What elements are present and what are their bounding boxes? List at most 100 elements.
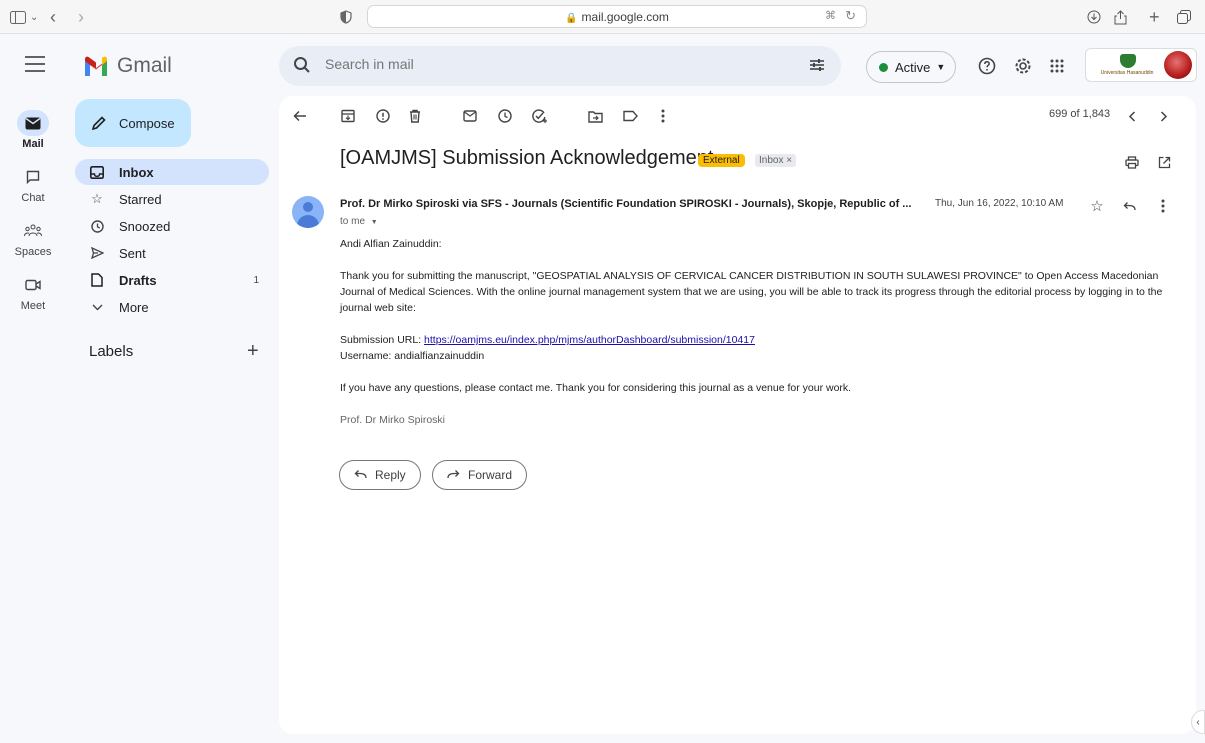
sidebar-item-sent[interactable]: Sent (75, 240, 269, 266)
email-paragraph: If you have any questions, please contac… (340, 382, 852, 394)
search-options-icon[interactable] (809, 57, 825, 78)
open-new-window-icon[interactable] (1154, 152, 1174, 172)
url-text: mail.google.com (581, 10, 669, 24)
print-icon[interactable] (1122, 152, 1142, 172)
settings-gear-icon[interactable] (1012, 55, 1034, 77)
star-icon: ☆ (91, 191, 103, 206)
submission-link[interactable]: https://oamjms.eu/index.php/mjms/authorD… (424, 334, 755, 346)
email-subject: [OAMJMS] Submission Acknowledgement (340, 147, 714, 169)
organization-logo: Universitas Hasanuddin (1092, 54, 1162, 76)
download-icon[interactable] (1087, 7, 1101, 27)
meet-icon (17, 272, 49, 298)
help-icon[interactable] (976, 55, 998, 77)
snooze-clock-icon[interactable] (495, 106, 515, 126)
lock-icon: 🔒 (565, 13, 578, 24)
delete-icon[interactable] (405, 106, 425, 126)
drafts-count: 1 (253, 274, 259, 286)
sidebar-item-snoozed[interactable]: Snoozed (75, 213, 269, 239)
avatar[interactable] (1164, 51, 1192, 79)
rail-item-mail[interactable]: Mail (0, 110, 66, 150)
forward-label: Forward (468, 468, 513, 482)
back-arrow-icon[interactable] (290, 106, 310, 126)
rail-item-meet[interactable]: Meet (0, 272, 66, 312)
username-line: Username: andialfianzainuddin (340, 350, 485, 362)
mark-unread-icon[interactable] (460, 106, 480, 126)
rail-label: Meet (20, 300, 46, 312)
chevron-down-icon (89, 304, 105, 311)
translate-icon[interactable]: ⌘ (825, 9, 836, 22)
submission-label: Submission URL: (340, 334, 425, 346)
pencil-icon (91, 116, 106, 131)
address-bar[interactable]: 🔒 mail.google.com ⌘ ↻ (367, 5, 867, 28)
add-label-button[interactable]: + (247, 340, 259, 363)
reply-button[interactable]: Reply (339, 460, 421, 490)
sidebar-item-starred[interactable]: ☆ Starred (75, 186, 269, 212)
main-menu-icon[interactable] (25, 56, 45, 74)
reply-label: Reply (375, 468, 406, 482)
compose-button[interactable]: Compose (75, 99, 191, 147)
gmail-logo[interactable]: Gmail (83, 54, 172, 78)
labels-heading: Labels (89, 343, 134, 360)
pagination-count: 699 of 1,843 (1049, 108, 1111, 120)
report-spam-icon[interactable] (373, 106, 393, 126)
label-icon[interactable] (620, 106, 640, 126)
status-dot (879, 62, 888, 72)
organization-emblem-icon (1120, 54, 1136, 68)
gmail-header: Gmail Active ▼ Universitas Hasanuddin (0, 34, 1205, 98)
move-to-icon[interactable] (585, 106, 605, 126)
browser-toolbar: ⌄ ‹ › 🔒 mail.google.com ⌘ ↻ + (0, 0, 1205, 34)
add-to-tasks-icon[interactable] (530, 106, 550, 126)
forward-icon[interactable]: › (78, 7, 84, 27)
newer-chevron-icon[interactable] (1122, 106, 1142, 126)
search-icon[interactable] (293, 56, 311, 77)
more-vert-icon[interactable] (653, 106, 673, 126)
tab-overview-icon[interactable] (1177, 7, 1191, 27)
gmail-m-icon (83, 56, 109, 76)
account-switcher[interactable]: Universitas Hasanuddin (1085, 48, 1197, 82)
reply-icon[interactable] (1119, 196, 1139, 216)
older-chevron-icon[interactable] (1154, 106, 1174, 126)
sidebar-item-label: Inbox (119, 164, 154, 180)
reply-icon (354, 468, 367, 482)
chat-icon (17, 164, 49, 190)
sidebar-item-more[interactable]: More (75, 294, 269, 320)
email-greeting: Andi Alfian Zainuddin: (340, 238, 442, 250)
submission-line: Submission URL: https://oamjms.eu/index.… (340, 332, 1170, 348)
message-view: 699 of 1,843 [OAMJMS] Submission Acknowl… (279, 96, 1196, 734)
reload-icon[interactable]: ↻ (845, 8, 856, 24)
sender-avatar[interactable] (292, 196, 324, 228)
caret-down-icon: ▼ (936, 62, 946, 72)
email-signature: Prof. Dr Mirko Spiroski (340, 414, 446, 426)
chevron-down-icon[interactable]: ⌄ (30, 7, 38, 27)
sidebar-item-label: Snoozed (119, 218, 171, 234)
inbox-label-chip[interactable]: Inbox × (755, 154, 797, 167)
share-icon[interactable] (1114, 7, 1127, 27)
archive-icon[interactable] (338, 106, 358, 126)
rail-label: Mail (22, 138, 44, 150)
search-input[interactable] (325, 56, 765, 72)
draft-icon (89, 273, 105, 287)
sender-name[interactable]: Prof. Dr Mirko Spiroski via SFS - Journa… (340, 198, 935, 210)
sidebar-item-label: Starred (119, 191, 162, 207)
apps-grid-icon[interactable] (1046, 55, 1068, 77)
sidebar-toggle-icon[interactable] (10, 7, 26, 27)
more-vert-icon[interactable] (1153, 196, 1173, 216)
recipient-text: to me (340, 216, 366, 227)
sidebar-item-inbox[interactable]: Inbox (75, 159, 269, 185)
recipient-details[interactable]: to me ▼ (340, 216, 378, 227)
rail-item-chat[interactable]: Chat (0, 164, 66, 204)
side-panel-toggle-icon[interactable]: ‹ (1191, 710, 1205, 734)
spaces-icon (17, 218, 49, 244)
rail-item-spaces[interactable]: Spaces (0, 218, 66, 258)
status-selector[interactable]: Active ▼ (866, 51, 956, 83)
mail-icon (17, 110, 49, 136)
privacy-shield-icon[interactable] (340, 7, 352, 27)
status-label: Active (895, 59, 931, 75)
compose-label: Compose (119, 115, 175, 131)
back-icon[interactable]: ‹ (50, 7, 56, 27)
star-icon[interactable]: ☆ (1087, 196, 1107, 216)
new-tab-icon[interactable]: + (1149, 7, 1160, 27)
rail-label: Chat (21, 192, 45, 204)
sidebar-item-drafts[interactable]: Drafts 1 (75, 267, 269, 293)
forward-button[interactable]: Forward (432, 460, 528, 490)
